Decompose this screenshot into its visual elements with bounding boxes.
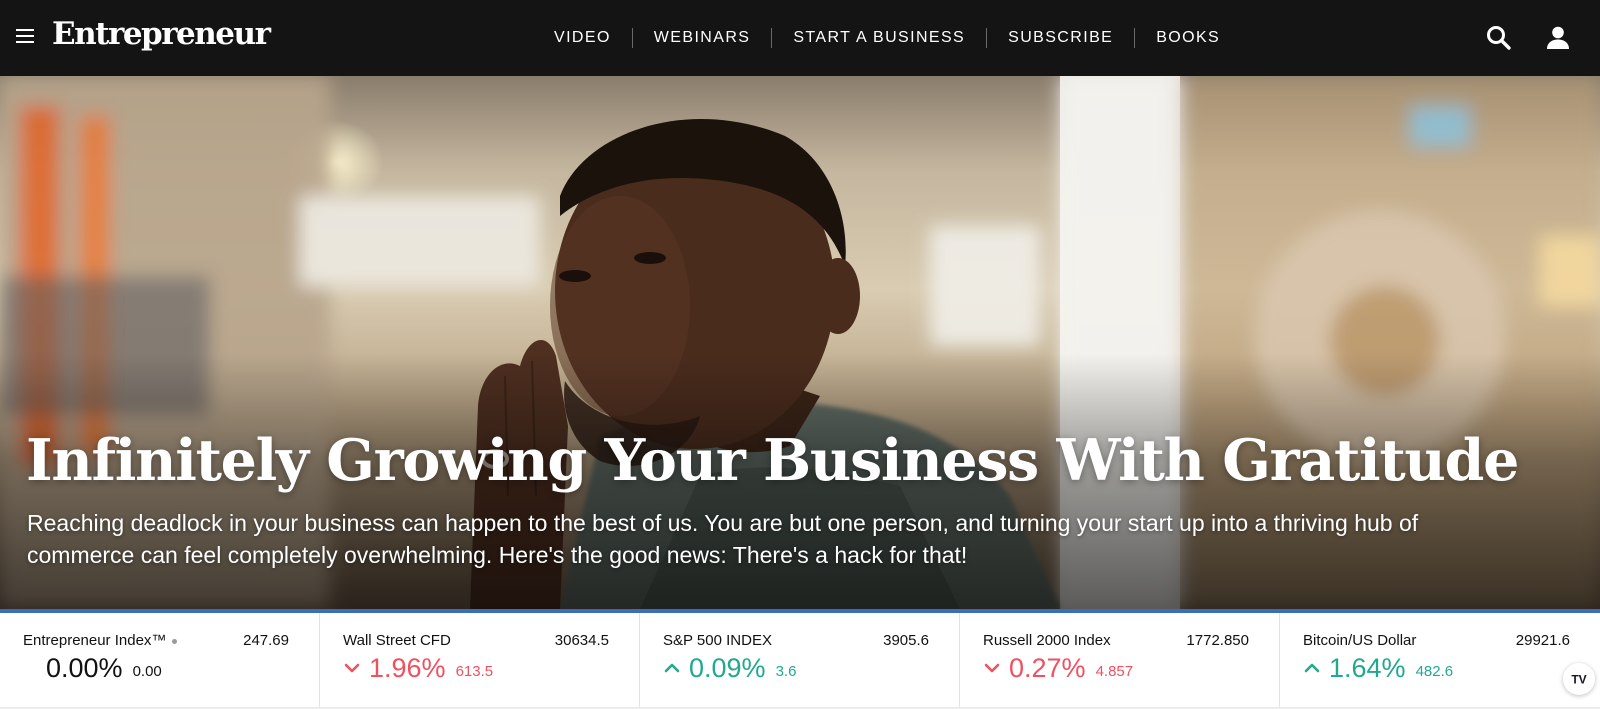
hero-banner[interactable]: Infinitely Growing Your Business With Gr… [0,76,1600,609]
ticker-price: 1772.850 [1186,632,1249,649]
ticker-name: S&P 500 INDEX [663,632,772,649]
top-navigation-bar: Entrepreneur VIDEO WEBINARS START A BUSI… [0,0,1600,76]
ticker-price: 30634.5 [554,632,609,649]
ticker-item-entrepreneur-index[interactable]: Entrepreneur Index™ 247.69 0.00% 0.00 [0,613,320,707]
tradingview-badge[interactable]: TV [1563,663,1595,695]
chevron-up-icon [664,663,680,673]
nav-books[interactable]: BOOKS [1135,28,1241,48]
ticker-name: Bitcoin/US Dollar [1303,632,1417,649]
nav-webinars[interactable]: WEBINARS [633,28,772,48]
status-dot-icon [172,638,178,644]
ticker-change-percent: 0.09% [689,653,766,683]
menu-icon[interactable] [14,27,36,45]
ticker-item-wall-street-cfd[interactable]: Wall Street CFD 30634.5 1.96% 613.5 [320,613,640,707]
ticker-item-sp-500[interactable]: S&P 500 INDEX 3905.6 0.09% 3.6 [640,613,960,707]
ticker-change: 0.00% 0.00 [46,653,162,683]
ticker-price: 247.69 [243,632,289,649]
ticker-item-russell-2000[interactable]: Russell 2000 Index 1772.850 0.27% 4.857 [960,613,1280,707]
market-ticker: Entrepreneur Index™ 247.69 0.00% 0.00 Wa… [0,613,1600,709]
ticker-name: Wall Street CFD [343,632,451,649]
ticker-name: Russell 2000 Index [983,632,1111,649]
ticker-change-absolute: 482.6 [1415,663,1454,680]
nav-subscribe[interactable]: SUBSCRIBE [987,28,1134,48]
hero-description: Reaching deadlock in your business can h… [27,510,1419,568]
chevron-down-icon [344,663,360,673]
ticker-change-percent: 0.27% [1009,653,1086,683]
user-icon[interactable] [1544,24,1572,52]
ticker-change: 0.09% 3.6 [663,653,796,683]
ticker-price: 29921.6 [1515,632,1570,649]
ticker-change-absolute: 613.5 [455,663,494,680]
ticker-item-bitcoin-usd[interactable]: Bitcoin/US Dollar 29921.6 1.64% 482.6 [1280,613,1600,707]
chevron-down-icon [984,663,1000,673]
ticker-change-absolute: 4.857 [1095,663,1134,680]
ticker-change-percent: 0.00% [46,653,123,683]
nav-start-a-business[interactable]: START A BUSINESS [772,28,986,48]
search-icon[interactable] [1485,24,1513,52]
ticker-name: Entrepreneur Index™ [23,632,178,649]
tradingview-logo-icon: TV [1571,673,1586,687]
site-logo[interactable]: Entrepreneur [52,12,271,56]
ticker-change-percent: 1.64% [1329,653,1406,683]
ticker-change: 1.64% 482.6 [1303,653,1453,683]
ticker-change-percent: 1.96% [369,653,446,683]
main-nav: VIDEO WEBINARS START A BUSINESS SUBSCRIB… [533,0,1241,76]
ticker-change-absolute: 3.6 [775,663,797,680]
nav-video[interactable]: VIDEO [533,28,632,48]
svg-text:TV: TV [1571,673,1586,687]
ticker-change-absolute: 0.00 [132,663,162,680]
hero-headline[interactable]: Infinitely Growing Your Business With Gr… [26,428,1546,494]
ticker-change: 0.27% 4.857 [983,653,1133,683]
chevron-up-icon [1304,663,1320,673]
ticker-price: 3905.6 [883,632,929,649]
ticker-change: 1.96% 613.5 [343,653,493,683]
